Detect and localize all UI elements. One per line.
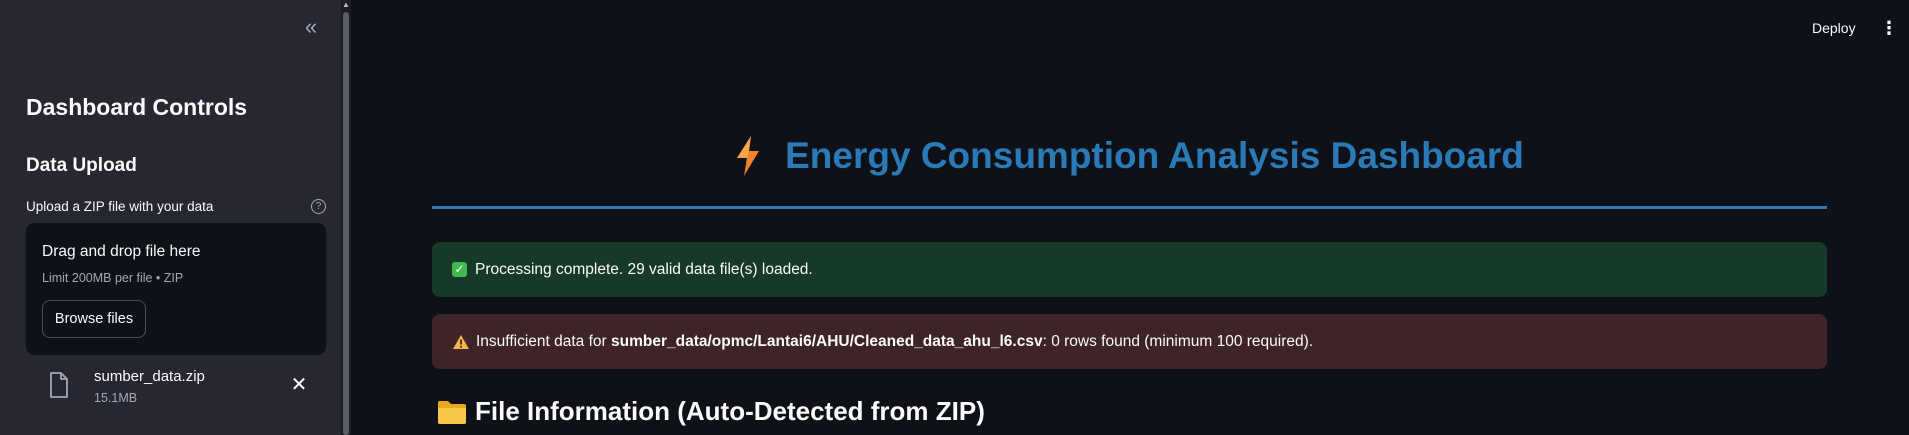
sidebar-title: Dashboard Controls	[26, 94, 248, 120]
page-title: Energy Consumption Analysis Dashboard	[785, 135, 1524, 177]
file-size: 15.1MB	[94, 391, 138, 405]
lightning-bolt-icon	[737, 136, 760, 177]
scroll-up-icon[interactable]: ▲	[341, 0, 351, 10]
uploaded-file-row: sumber_data.zip 15.1MB ✕	[26, 362, 326, 412]
section-title: File Information (Auto-Detected from ZIP…	[475, 396, 985, 426]
section-title-row: File Information (Auto-Detected from ZIP…	[437, 396, 985, 427]
collapse-sidebar-icon[interactable]: «	[300, 16, 322, 38]
sidebar-subtitle: Data Upload	[26, 155, 137, 176]
warning-message: Insufficient data for sumber_data/opmc/L…	[476, 332, 1314, 350]
file-name: sumber_data.zip	[94, 368, 205, 385]
folder-icon	[438, 400, 466, 424]
dropzone-title: Drag and drop file here	[42, 243, 201, 260]
question-circle-icon[interactable]: ?	[311, 199, 326, 214]
check-icon: ✓	[452, 262, 467, 277]
vertical-ellipsis-icon[interactable]: ⋮	[1880, 18, 1898, 38]
title-divider	[432, 206, 1827, 209]
scrollbar-thumb[interactable]	[343, 12, 349, 435]
remove-file-icon[interactable]: ✕	[288, 374, 310, 396]
success-alert: ✓ Processing complete. 29 valid data fil…	[432, 242, 1827, 297]
deploy-button[interactable]: Deploy	[1812, 18, 1856, 38]
warning-alert: Insufficient data for sumber_data/opmc/L…	[432, 314, 1827, 369]
sidebar: « Dashboard Controls Data Upload Upload …	[0, 0, 341, 435]
warning-icon	[453, 334, 469, 349]
dropzone-limit: Limit 200MB per file • ZIP	[42, 271, 184, 285]
upload-label: Upload a ZIP file with your data	[26, 199, 214, 214]
warning-file-path: sumber_data/opmc/Lantai6/AHU/Cleaned_dat…	[611, 332, 1043, 350]
file-icon	[50, 372, 68, 398]
success-message: Processing complete. 29 valid data file(…	[475, 260, 813, 278]
page-title-row: Energy Consumption Analysis Dashboard	[432, 133, 1827, 177]
sidebar-scrollbar[interactable]: ▲	[341, 0, 351, 435]
file-dropzone[interactable]: Drag and drop file here Limit 200MB per …	[26, 223, 326, 355]
browse-files-button[interactable]: Browse files	[42, 300, 146, 338]
